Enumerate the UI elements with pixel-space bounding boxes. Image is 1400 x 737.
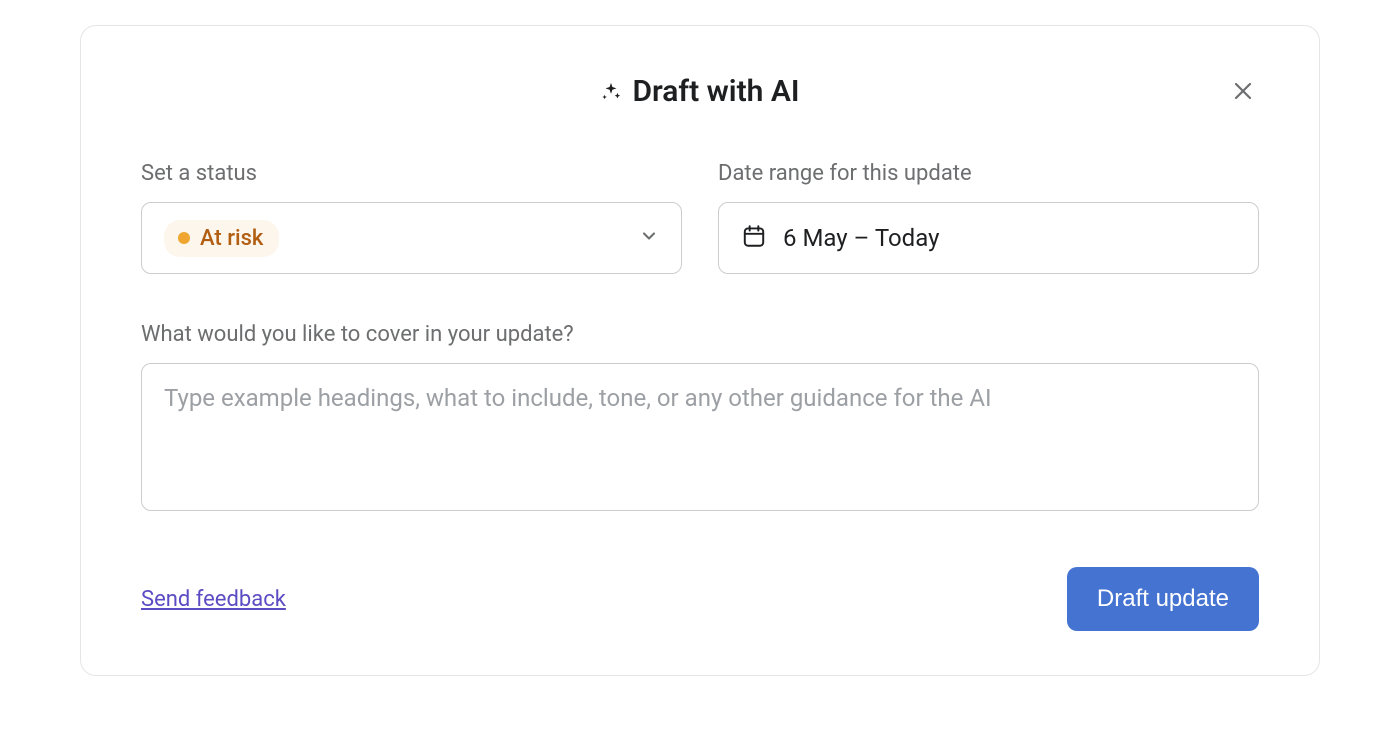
close-icon [1231, 79, 1255, 106]
status-pill: At risk [164, 220, 279, 257]
status-select[interactable]: At risk [141, 202, 682, 274]
modal-footer: Send feedback Draft update [141, 567, 1259, 631]
date-range-picker[interactable]: 6 May – Today [718, 202, 1259, 274]
chevron-down-icon [639, 226, 659, 250]
date-range-label: Date range for this update [718, 161, 1259, 186]
guidance-input[interactable] [141, 363, 1259, 511]
send-feedback-link[interactable]: Send feedback [141, 587, 286, 612]
modal-title-wrap: Draft with AI [600, 74, 799, 109]
date-range-value: 6 May – Today [783, 224, 939, 252]
guidance-label: What would you like to cover in your upd… [141, 322, 1259, 347]
date-range-column: Date range for this update 6 May – Today [718, 161, 1259, 274]
calendar-icon [741, 223, 767, 253]
form-row: Set a status At risk Date range for this… [141, 161, 1259, 274]
draft-ai-modal: Draft with AI Set a status At risk [80, 25, 1320, 676]
close-button[interactable] [1227, 76, 1259, 108]
status-label: Set a status [141, 161, 682, 186]
draft-update-button[interactable]: Draft update [1067, 567, 1259, 631]
status-value: At risk [200, 226, 263, 251]
sparkle-icon [600, 81, 622, 103]
modal-header: Draft with AI [141, 74, 1259, 109]
status-column: Set a status At risk [141, 161, 682, 274]
modal-title: Draft with AI [632, 74, 799, 109]
guidance-section: What would you like to cover in your upd… [141, 322, 1259, 511]
status-dot-icon [178, 232, 190, 244]
